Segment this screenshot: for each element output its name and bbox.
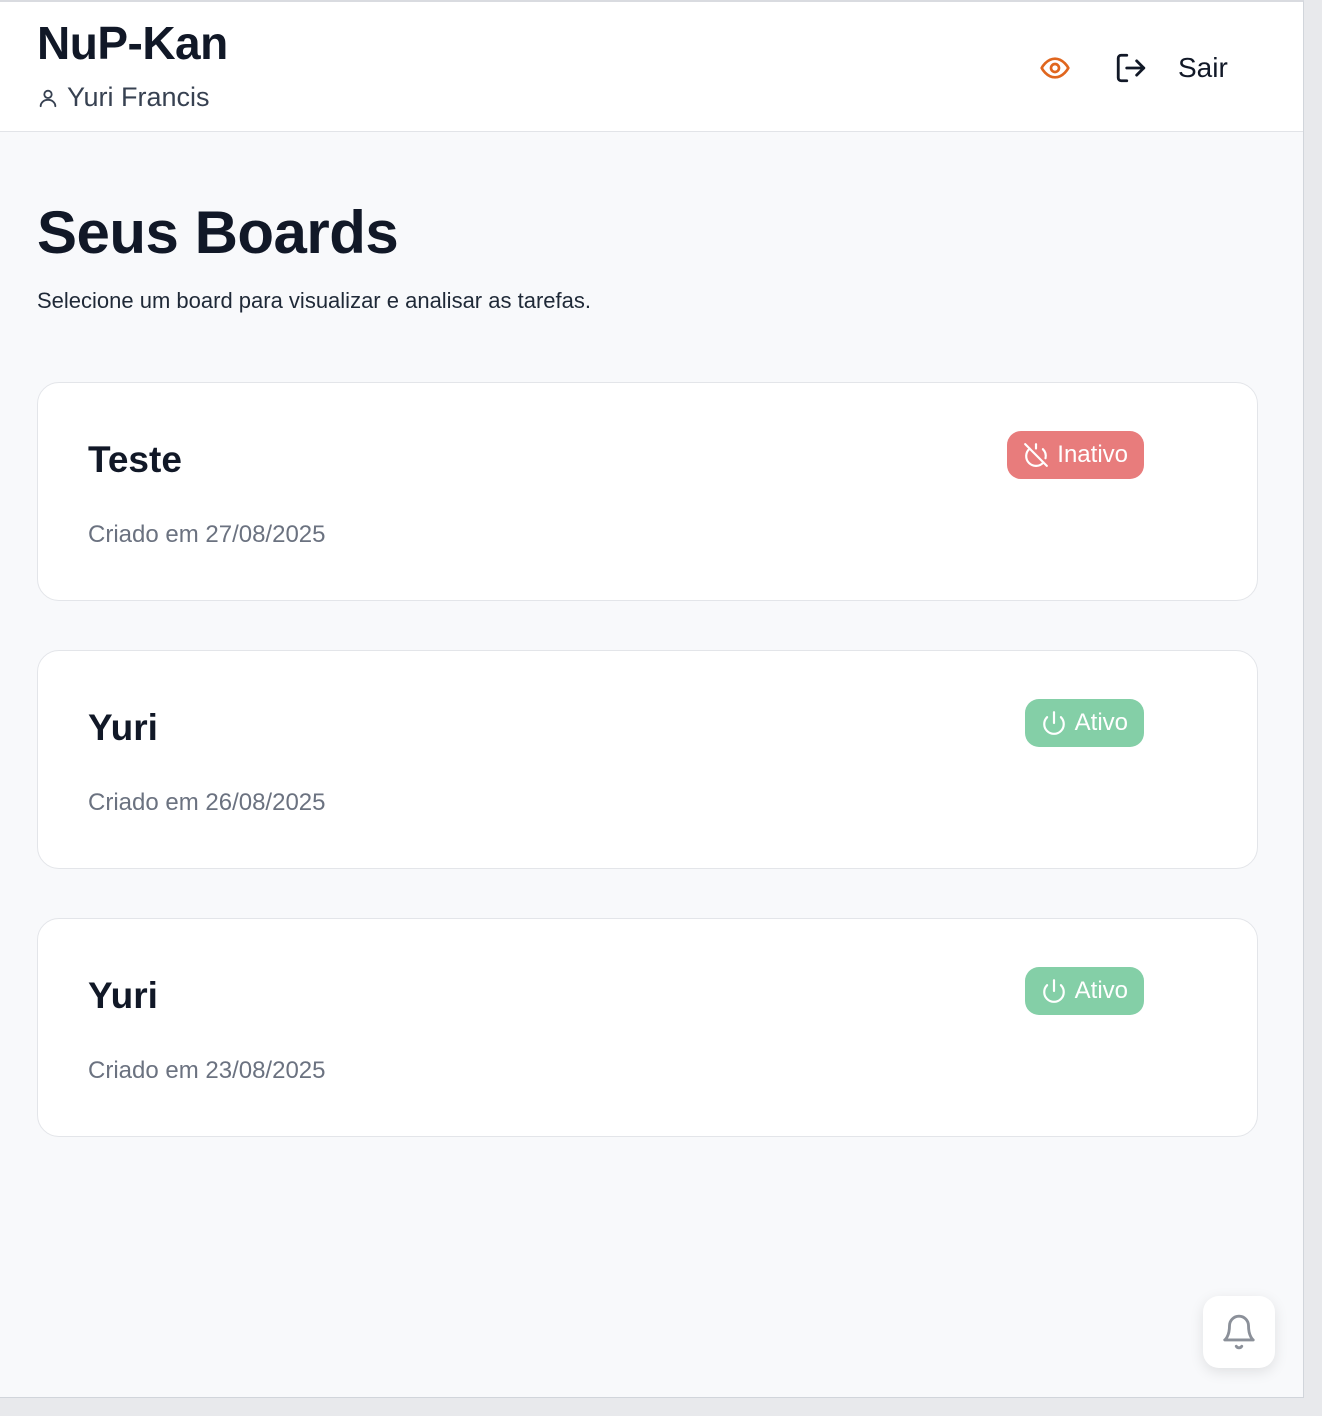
user-name: Yuri Francis (67, 82, 210, 112)
board-name: Yuri (88, 975, 158, 1016)
app-window: NuP-Kan Yuri Francis Sair Seus Boards Se… (0, 0, 1304, 1398)
status-label: Ativo (1074, 977, 1128, 1004)
app-title: NuP-Kan (37, 17, 228, 69)
top-header: NuP-Kan Yuri Francis Sair (0, 2, 1303, 132)
power-off-icon (1024, 443, 1049, 467)
board-name: Teste (88, 439, 182, 480)
page-title: Seus Boards (37, 199, 399, 266)
board-name: Yuri (88, 707, 158, 748)
logout-button[interactable]: Sair (1114, 46, 1228, 90)
status-badge-inactive: Inativo (1007, 431, 1144, 479)
visibility-toggle-button[interactable] (1036, 50, 1074, 86)
board-card[interactable]: Teste Criado em 27/08/2025 Inativo (37, 382, 1258, 601)
logout-label: Sair (1178, 52, 1228, 83)
page-subtitle: Selecione um board para visualizar e ana… (37, 288, 591, 313)
board-card[interactable]: Yuri Criado em 23/08/2025 Ativo (37, 918, 1258, 1137)
status-label: Ativo (1074, 709, 1128, 736)
board-card[interactable]: Yuri Criado em 26/08/2025 Ativo (37, 650, 1258, 869)
bell-icon (1223, 1314, 1255, 1350)
status-badge-active: Ativo (1024, 967, 1144, 1015)
board-created-date: Criado em 26/08/2025 (88, 789, 326, 816)
board-created-date: Criado em 27/08/2025 (88, 521, 326, 548)
power-icon (1042, 979, 1065, 1003)
eye-icon (1040, 57, 1070, 79)
logout-icon (1116, 53, 1146, 83)
status-badge-active: Ativo (1024, 699, 1144, 747)
board-created-date: Criado em 23/08/2025 (88, 1057, 326, 1084)
user-icon (39, 89, 57, 107)
notifications-button[interactable] (1203, 1296, 1275, 1368)
power-icon (1042, 711, 1065, 735)
status-label: Inativo (1057, 441, 1128, 468)
current-user: Yuri Francis (37, 82, 210, 113)
